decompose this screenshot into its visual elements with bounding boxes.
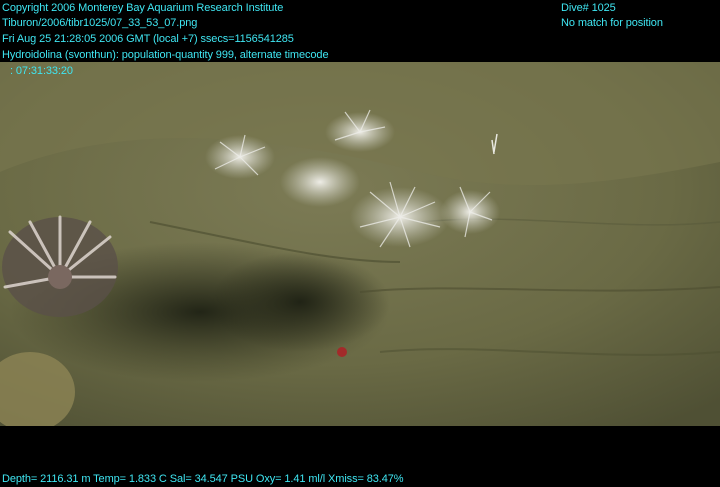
anemone	[2, 215, 118, 317]
timecode-text: : 07:31:33:20	[10, 65, 73, 77]
seafloor-scene	[0, 62, 720, 426]
annotation-text: Hydroidolina (svonthun): population-quan…	[2, 49, 329, 61]
video-frame: Copyright 2006 Monterey Bay Aquarium Res…	[0, 0, 720, 486]
dive-number-text: Dive# 1025	[561, 2, 616, 14]
image-path-text: Tiburon/2006/tibr1025/07_33_53_07.png	[2, 17, 198, 29]
seafloor-image	[0, 62, 720, 426]
sensor-readout: Depth= 2116.31 m Temp= 1.833 C Sal= 34.5…	[2, 473, 404, 485]
datetime-text: Fri Aug 25 21:28:05 2006 GMT (local +7) …	[2, 33, 294, 45]
copyright-text: Copyright 2006 Monterey Bay Aquarium Res…	[2, 2, 284, 14]
position-text: No match for position	[561, 17, 663, 29]
